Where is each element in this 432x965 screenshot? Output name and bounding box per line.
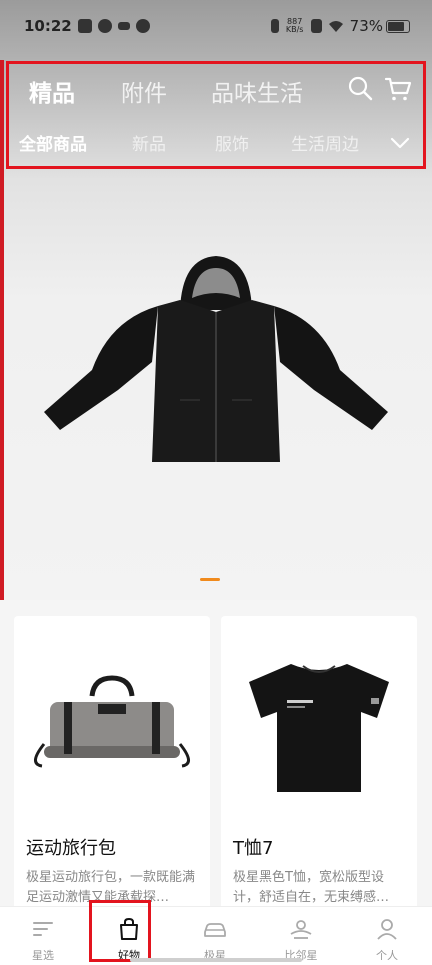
- bottom-tab-bar: 星选 好物 极星 比邻星 个人: [0, 900, 432, 965]
- battery-icon: [386, 19, 410, 33]
- status-time: 10:22: [24, 17, 72, 35]
- subcategory-tabs: 全部商品 新品 服饰 生活周边: [9, 120, 423, 168]
- vibrate-icon: [270, 19, 279, 33]
- battery: 73%: [350, 17, 410, 35]
- cart-icon[interactable]: [383, 74, 413, 104]
- tab-fujian[interactable]: 附件: [121, 74, 167, 108]
- subtab-apparel[interactable]: 服饰: [215, 130, 249, 155]
- carousel-indicator: [200, 578, 220, 581]
- battery-percent: 73%: [349, 17, 383, 35]
- product-title: 运动旅行包: [26, 838, 116, 859]
- crown-icon: [117, 22, 130, 30]
- user-icon: [377, 919, 397, 940]
- tab-label: 星选: [32, 949, 54, 962]
- tab-jixing[interactable]: 极星: [172, 907, 258, 965]
- left-accent-bar: [0, 60, 4, 600]
- active-tab-highlight: [89, 900, 151, 962]
- network-speed-unit: KB/s: [285, 25, 304, 34]
- product-card[interactable]: 运动旅行包 极星运动旅行包，一款既能满足运动激情又能承载探…: [14, 616, 210, 916]
- subtab-new[interactable]: 新品: [132, 130, 166, 155]
- home-indicator[interactable]: [130, 958, 302, 962]
- product-card[interactable]: T恤7 极星黑色T恤，宽松版型设计，舒适自在，无束缚感…: [221, 616, 417, 916]
- subtab-all[interactable]: 全部商品: [19, 130, 87, 155]
- car-icon: [204, 923, 226, 937]
- tshirt-image: [249, 664, 389, 792]
- network-speed: 887 KB/s: [285, 18, 305, 34]
- list-icon: [33, 922, 53, 936]
- tab-pinwei-shenghuo[interactable]: 品味生活: [211, 74, 303, 108]
- travel-bag-image: [34, 675, 190, 768]
- tab-geren[interactable]: 个人: [344, 907, 430, 965]
- tab-xingxuan[interactable]: 星选: [0, 907, 86, 965]
- status-bar: 10:22 887 KB/s 73%: [0, 0, 432, 52]
- app-notification-icon: [97, 19, 112, 33]
- product-title: T恤7: [233, 838, 274, 859]
- search-icon[interactable]: [345, 74, 375, 104]
- tab-bilinxing[interactable]: 比邻星: [258, 907, 344, 965]
- tab-label: 个人: [376, 949, 398, 962]
- jacket-product-image[interactable]: [40, 250, 392, 470]
- wifi-icon: [328, 20, 343, 32]
- category-nav: 精品 附件 品味生活 全部商品 新品 服饰 生活周边: [6, 61, 426, 169]
- product-grid: 运动旅行包 极星运动旅行包，一款既能满足运动激情又能承载探… T恤7 极星黑色T…: [0, 600, 432, 916]
- subtab-lifestyle[interactable]: 生活周边: [291, 130, 359, 155]
- category-tabs: 精品 附件 品味生活: [9, 64, 423, 116]
- product-description: 极星黑色T恤，宽松版型设计，舒适自在，无束缚感…: [233, 870, 390, 905]
- notification-icon: [77, 19, 92, 33]
- tab-jingpin[interactable]: 精品: [29, 74, 75, 108]
- wechat-icon: [135, 19, 150, 33]
- sim-icon: [310, 19, 322, 33]
- community-icon: [290, 920, 312, 939]
- chevron-down-icon[interactable]: [389, 132, 411, 154]
